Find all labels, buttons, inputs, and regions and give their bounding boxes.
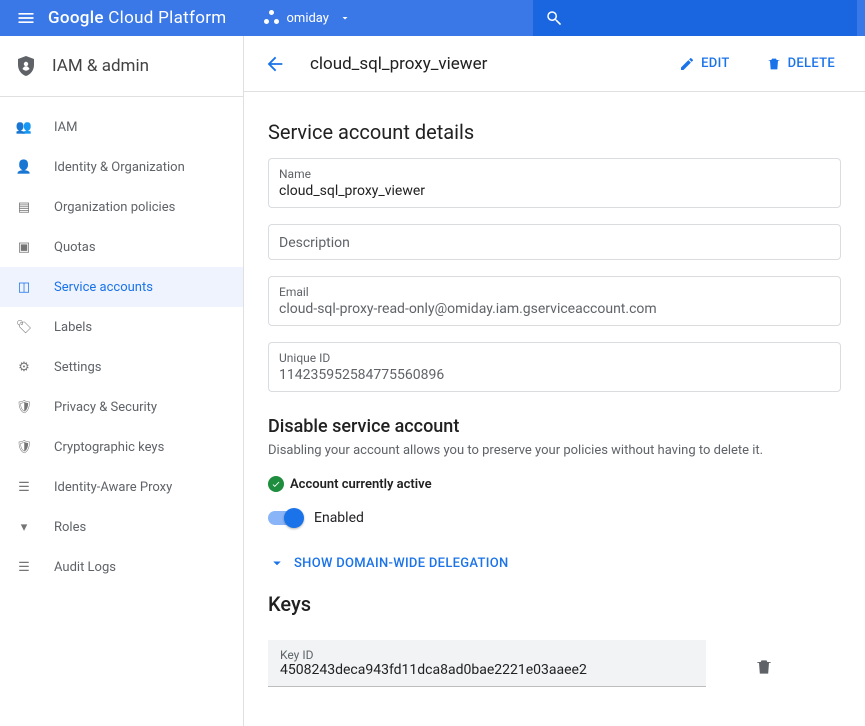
sidebar-item-iap[interactable]: ☰Identity-Aware Proxy bbox=[0, 467, 243, 507]
sidebar-item-labels[interactable]: 🏷Labels bbox=[0, 307, 243, 347]
sidebar-item-roles[interactable]: ▾Roles bbox=[0, 507, 243, 547]
chevron-down-icon bbox=[339, 12, 351, 24]
enabled-toggle[interactable] bbox=[268, 511, 302, 525]
uid-label: Unique ID bbox=[279, 351, 830, 365]
name-field[interactable]: Name cloud_sql_proxy_viewer bbox=[268, 158, 841, 208]
email-field: Email cloud-sql-proxy-read-only@omiday.i… bbox=[268, 276, 841, 326]
keyid-label: Key ID bbox=[280, 648, 694, 662]
search-icon bbox=[545, 9, 563, 27]
name-label: Name bbox=[279, 167, 830, 181]
show-delegation-link[interactable]: SHOW DOMAIN-WIDE DELEGATION bbox=[268, 554, 841, 572]
disable-section-title: Disable service account bbox=[268, 416, 841, 437]
doc-icon: ▤ bbox=[14, 200, 34, 215]
project-dots-icon bbox=[263, 9, 281, 27]
key-icon: ◫ bbox=[14, 280, 34, 295]
sidebar-item-crypto[interactable]: 🛡Cryptographic keys bbox=[0, 427, 243, 467]
gear-icon: ⚙ bbox=[14, 360, 34, 375]
unique-id-field: Unique ID 114235952584775560896 bbox=[268, 342, 841, 392]
list-icon: ☰ bbox=[14, 560, 34, 575]
description-placeholder: Description bbox=[279, 235, 830, 251]
section-details-title: Service account details bbox=[268, 120, 841, 144]
key-id-field: Key ID 4508243deca943fd11dca8ad0bae2221e… bbox=[268, 640, 706, 687]
save-icon: ▣ bbox=[14, 240, 34, 255]
chevron-down-icon bbox=[268, 554, 286, 572]
sidebar-item-identity[interactable]: 👤Identity & Organization bbox=[0, 147, 243, 187]
tag-icon: 🏷 bbox=[14, 320, 34, 335]
shield-icon: 🛡 bbox=[14, 440, 34, 455]
project-name: omiday bbox=[287, 11, 329, 26]
project-picker[interactable]: omiday bbox=[251, 0, 363, 36]
check-circle-icon bbox=[268, 476, 284, 492]
pencil-icon bbox=[679, 56, 695, 72]
iap-icon: ☰ bbox=[14, 480, 34, 495]
shield-icon bbox=[14, 54, 38, 78]
status-row: Account currently active bbox=[268, 476, 841, 492]
product-header: IAM & admin bbox=[0, 36, 243, 97]
brand-title: Google Cloud Platform bbox=[48, 8, 227, 28]
name-value: cloud_sql_proxy_viewer bbox=[279, 183, 830, 199]
back-arrow-icon[interactable] bbox=[264, 53, 286, 75]
email-label: Email bbox=[279, 285, 830, 299]
trash-icon bbox=[754, 657, 774, 677]
toggle-label: Enabled bbox=[314, 510, 364, 526]
hamburger-menu-icon[interactable] bbox=[8, 8, 44, 28]
trash-icon bbox=[766, 56, 782, 72]
description-field[interactable]: Description bbox=[268, 224, 841, 260]
shield-icon: 🛡 bbox=[14, 400, 34, 415]
delete-key-button[interactable] bbox=[754, 657, 774, 677]
sidebar-item-service-accounts[interactable]: ◫Service accounts bbox=[0, 267, 243, 307]
sidebar-item-iam[interactable]: 👥IAM bbox=[0, 107, 243, 147]
uid-value: 114235952584775560896 bbox=[279, 367, 830, 383]
account-icon: 👤 bbox=[14, 160, 34, 175]
sidebar-item-quotas[interactable]: ▣Quotas bbox=[0, 227, 243, 267]
edit-button[interactable]: EDIT bbox=[669, 50, 739, 78]
sidebar: IAM & admin 👥IAM 👤Identity & Organizatio… bbox=[0, 36, 244, 726]
hat-icon: ▾ bbox=[14, 520, 34, 535]
keyid-value: 4508243deca943fd11dca8ad0bae2221e03aaee2 bbox=[280, 662, 694, 678]
delete-button[interactable]: DELETE bbox=[756, 50, 845, 78]
nav-list: 👥IAM 👤Identity & Organization ▤Organizat… bbox=[0, 97, 243, 597]
keys-section-title: Keys bbox=[268, 592, 841, 616]
people-icon: 👥 bbox=[14, 120, 34, 135]
sidebar-item-settings[interactable]: ⚙Settings bbox=[0, 347, 243, 387]
sidebar-item-org-policies[interactable]: ▤Organization policies bbox=[0, 187, 243, 227]
email-value: cloud-sql-proxy-read-only@omiday.iam.gse… bbox=[279, 301, 830, 317]
sidebar-item-privacy[interactable]: 🛡Privacy & Security bbox=[0, 387, 243, 427]
search-input[interactable] bbox=[533, 0, 857, 36]
page-title: cloud_sql_proxy_viewer bbox=[310, 54, 487, 74]
sidebar-item-audit[interactable]: ☰Audit Logs bbox=[0, 547, 243, 587]
disable-help-text: Disabling your account allows you to pre… bbox=[268, 443, 841, 458]
status-text: Account currently active bbox=[290, 477, 432, 492]
product-title: IAM & admin bbox=[52, 56, 149, 76]
